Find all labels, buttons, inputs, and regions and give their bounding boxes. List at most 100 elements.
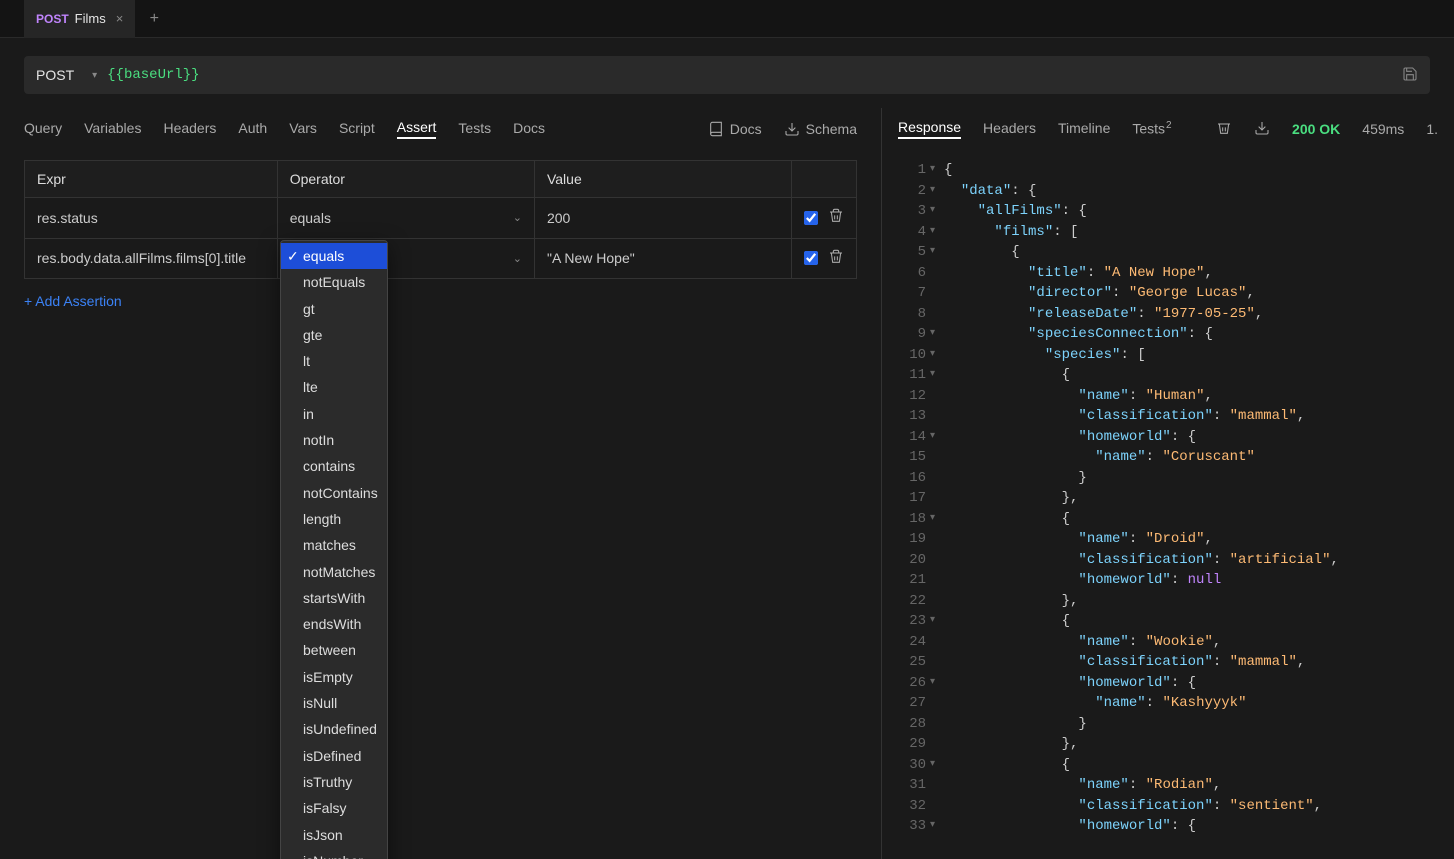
operator-option-in[interactable]: in — [281, 401, 387, 427]
json-line: 17 }, — [882, 488, 1454, 509]
fold-toggle[interactable]: ▾ — [930, 345, 944, 366]
operator-option-notIn[interactable]: notIn — [281, 427, 387, 453]
json-line: 5▾ { — [882, 242, 1454, 263]
fold-toggle[interactable]: ▾ — [930, 509, 944, 530]
resp-tab-headers[interactable]: Headers — [983, 120, 1036, 138]
operator-option-isDefined[interactable]: isDefined — [281, 743, 387, 769]
operator-option-isTruthy[interactable]: isTruthy — [281, 769, 387, 795]
operator-option-between[interactable]: between — [281, 637, 387, 663]
operator-option-contains[interactable]: contains — [281, 453, 387, 479]
json-line: 27 "name": "Kashyyyk" — [882, 693, 1454, 714]
operator-option-gte[interactable]: gte — [281, 322, 387, 348]
tab-vars[interactable]: Vars — [289, 120, 317, 138]
operator-option-lt[interactable]: lt — [281, 348, 387, 374]
tab-method: POST — [36, 12, 69, 26]
operator-option-gt[interactable]: gt — [281, 296, 387, 322]
json-line: 13 "classification": "mammal", — [882, 406, 1454, 427]
tab-docs[interactable]: Docs — [513, 120, 545, 138]
enable-checkbox[interactable] — [804, 211, 818, 225]
tab-variables[interactable]: Variables — [84, 120, 141, 138]
operator-option-lte[interactable]: lte — [281, 374, 387, 400]
url-input[interactable]: {{baseUrl}} — [107, 67, 199, 83]
fold-toggle[interactable]: ▾ — [930, 611, 944, 632]
method-select[interactable]: POST — [36, 67, 74, 83]
operator-option-isFalsy[interactable]: isFalsy — [281, 795, 387, 821]
operator-option-isNull[interactable]: isNull — [281, 690, 387, 716]
operator-option-isJson[interactable]: isJson — [281, 822, 387, 848]
schema-link-label: Schema — [806, 121, 857, 137]
enable-checkbox[interactable] — [804, 251, 818, 265]
json-line: 26▾ "homeworld": { — [882, 673, 1454, 694]
request-tab[interactable]: POST Films × — [24, 0, 135, 38]
col-operator: Operator — [277, 161, 534, 198]
operator-option-startsWith[interactable]: startsWith — [281, 585, 387, 611]
expr-cell[interactable]: res.body.data.allFilms.films[0].title — [25, 238, 278, 279]
json-line: 22 }, — [882, 591, 1454, 612]
save-icon[interactable] — [1402, 66, 1418, 85]
fold-toggle[interactable]: ▾ — [930, 201, 944, 222]
operator-option-notContains[interactable]: notContains — [281, 480, 387, 506]
fold-toggle[interactable]: ▾ — [930, 673, 944, 694]
chevron-down-icon[interactable]: ▾ — [92, 70, 97, 81]
request-tabs: Query Variables Headers Auth Vars Script Asser… — [0, 108, 881, 150]
tab-auth[interactable]: Auth — [238, 120, 267, 138]
fold-toggle[interactable]: ▾ — [930, 324, 944, 345]
docs-link[interactable]: Docs — [708, 121, 762, 137]
clear-response-icon[interactable] — [1216, 120, 1232, 139]
fold-toggle[interactable]: ▾ — [930, 427, 944, 448]
operator-cell[interactable]: equals⌄ — [277, 198, 534, 239]
expr-cell[interactable]: res.status — [25, 198, 278, 239]
schema-link[interactable]: Schema — [784, 121, 857, 137]
operator-option-length[interactable]: length — [281, 506, 387, 532]
resp-tab-response[interactable]: Response — [898, 119, 961, 139]
operator-option-isUndefined[interactable]: isUndefined — [281, 716, 387, 742]
table-row: res.body.data.allFilms.films[0].titleequ… — [25, 238, 857, 279]
resp-tab-timeline[interactable]: Timeline — [1058, 120, 1110, 138]
add-tab-button[interactable]: + — [135, 0, 173, 38]
json-line: 31 "name": "Rodian", — [882, 775, 1454, 796]
value-cell[interactable]: "A New Hope" — [534, 238, 791, 279]
url-bar[interactable]: POST ▾ {{baseUrl}} — [24, 56, 1430, 94]
fold-toggle[interactable]: ▾ — [930, 755, 944, 776]
json-line: 23▾ { — [882, 611, 1454, 632]
tab-query[interactable]: Query — [24, 120, 62, 138]
tab-assert[interactable]: Assert — [397, 119, 437, 139]
fold-toggle[interactable]: ▾ — [930, 816, 944, 837]
trash-icon[interactable] — [828, 249, 844, 268]
json-line: 10▾ "species": [ — [882, 345, 1454, 366]
fold-toggle[interactable]: ▾ — [930, 365, 944, 386]
operator-option-isEmpty[interactable]: isEmpty — [281, 664, 387, 690]
value-cell[interactable]: 200 — [534, 198, 791, 239]
json-line: 4▾ "films": [ — [882, 222, 1454, 243]
fold-toggle[interactable]: ▾ — [930, 222, 944, 243]
tab-tests[interactable]: Tests — [458, 120, 491, 138]
resp-tab-tests[interactable]: Tests2 — [1132, 120, 1171, 139]
tab-headers[interactable]: Headers — [163, 120, 216, 138]
trash-icon[interactable] — [828, 208, 844, 227]
json-line: 7 "director": "George Lucas", — [882, 283, 1454, 304]
download-response-icon[interactable] — [1254, 120, 1270, 139]
tab-script[interactable]: Script — [339, 120, 375, 138]
assert-panel: Expr Operator Value res.statusequals⌄200… — [0, 150, 881, 309]
json-line: 6 "title": "A New Hope", — [882, 263, 1454, 284]
fold-toggle[interactable]: ▾ — [930, 160, 944, 181]
operator-option-notMatches[interactable]: notMatches — [281, 559, 387, 585]
operator-dropdown[interactable]: equalsnotEqualsgtgteltlteinnotIncontains… — [280, 240, 388, 859]
operator-option-equals[interactable]: equals — [281, 243, 387, 269]
response-time: 459ms — [1362, 121, 1404, 137]
json-line: 33▾ "homeworld": { — [882, 816, 1454, 837]
chevron-down-icon: ⌄ — [513, 252, 522, 265]
operator-option-endsWith[interactable]: endsWith — [281, 611, 387, 637]
operator-option-isNumber[interactable]: isNumber — [281, 848, 387, 859]
add-assertion-button[interactable]: + Add Assertion — [24, 293, 122, 309]
close-icon[interactable]: × — [116, 11, 124, 26]
operator-option-notEquals[interactable]: notEquals — [281, 269, 387, 295]
json-line: 29 }, — [882, 734, 1454, 755]
fold-toggle[interactable]: ▾ — [930, 181, 944, 202]
response-body[interactable]: 1▾{2▾ "data": {3▾ "allFilms": {4▾ "films… — [882, 150, 1454, 859]
fold-toggle[interactable]: ▾ — [930, 242, 944, 263]
operator-option-matches[interactable]: matches — [281, 532, 387, 558]
json-line: 11▾ { — [882, 365, 1454, 386]
json-line: 21 "homeworld": null — [882, 570, 1454, 591]
json-line: 32 "classification": "sentient", — [882, 796, 1454, 817]
